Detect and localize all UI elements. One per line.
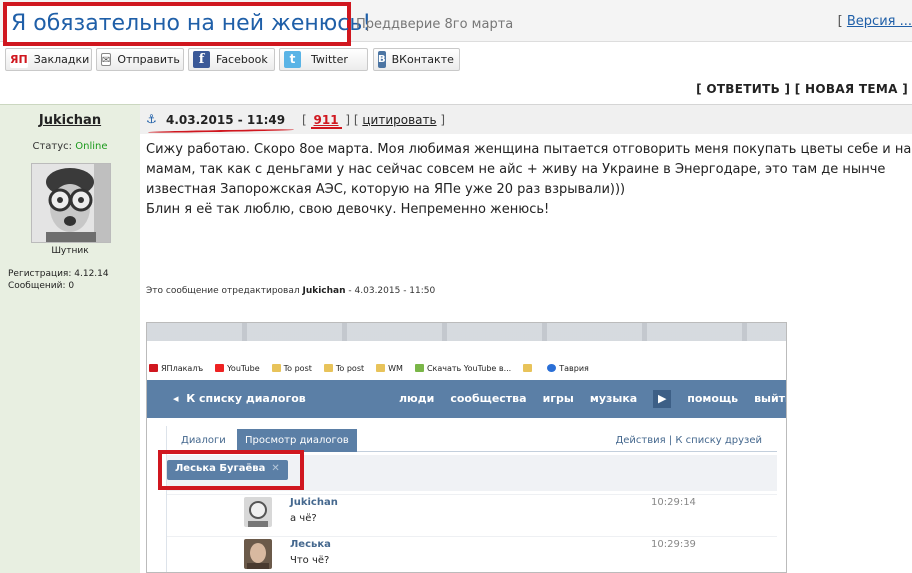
post-date: 4.03.2015 - 11:49 (166, 113, 286, 127)
folder-icon (523, 363, 533, 372)
avatar (31, 163, 111, 243)
title-highlight-box: Я обязательно на ней женюсь! (3, 2, 372, 46)
version-link-wrap: [ Версия ... (837, 14, 912, 29)
new-topic-button[interactable]: [ НОВАЯ ТЕМА ] (795, 82, 908, 96)
play-arrow-icon: ▶ (653, 390, 672, 408)
download-icon (414, 363, 424, 372)
message-time: 10:29:39 (651, 539, 696, 550)
bookmark-item: Скачать YouTube в... (414, 363, 511, 373)
browser-tabs-strip (147, 323, 786, 341)
author-status: Статус: Online (32, 141, 108, 152)
yap-icon: ЯП (10, 51, 28, 68)
registration-date: 4.12.14 (74, 269, 109, 279)
embedded-screenshot: ЯПлакалъ YouTube To post To post WM Скач… (146, 322, 787, 573)
share-bar: ЯП Закладки ✉ Отправить f Facebook t Twi… (0, 48, 912, 72)
post-line: известная Запорожская АЭС, которую на ЯП… (146, 182, 626, 197)
post-count: 0 (68, 281, 75, 291)
vk-nav-bar: ◂ К списку диалогов люди сообщества игры… (147, 380, 786, 418)
send-button[interactable]: ✉ Отправить (96, 48, 184, 71)
page-header: Я обязательно на ней женюсь! Преддверие … (0, 0, 912, 46)
message-author: Леська (290, 539, 331, 550)
vk-nav-items: люди сообщества игры музыка ▶ помощь вый… (399, 390, 786, 408)
message-author: Jukichan (290, 497, 338, 508)
bookmark-item: ЯПлакалъ (149, 363, 203, 373)
dialog-tabs: Диалоги Просмотр диалогов Действия | К с… (167, 429, 777, 452)
close-icon: ✕ (271, 463, 280, 474)
dialog-panel: Диалоги Просмотр диалогов Действия | К с… (158, 426, 777, 572)
post-line: Блин я её так люблю, свою девочку. Непре… (146, 202, 550, 217)
message-avatar (244, 539, 272, 569)
bookmark-item: Таврия (547, 363, 589, 373)
folder-icon (376, 363, 386, 372)
post-header: ⚓ 4.03.2015 - 11:49 [ 911 ] [ цитировать… (140, 104, 912, 134)
post-line: Сижу работаю. Скоро 8ое марта. Моя любим… (146, 142, 912, 157)
date-red-underline (147, 128, 295, 134)
bookmarks-button[interactable]: ЯП Закладки (5, 48, 92, 71)
edited-note: Это сообщение отредактировал Jukichan - … (146, 286, 436, 296)
message-avatar (244, 497, 272, 527)
recipient-row: Леська Бугаёва ✕ (158, 450, 777, 491)
anchor-icon[interactable]: ⚓ (146, 112, 157, 126)
author-sidebar: Статус: Online Шутник Регистрация: 4.12.… (0, 134, 140, 573)
mail-icon: ✉ (101, 53, 112, 66)
bookmarks-bar: ЯПлакалъ YouTube To post To post WM Скач… (147, 359, 786, 377)
youtube-icon (215, 363, 225, 372)
vk-button[interactable]: B ВКонтакте (373, 48, 460, 71)
topic-actions: [ ОТВЕТИТЬ ] [ НОВАЯ ТЕМА ] (696, 82, 908, 96)
avatar-image (32, 164, 110, 242)
post-number[interactable]: 911 (310, 113, 342, 129)
message-row: Леська Что чё? 10:29:39 (167, 536, 777, 572)
message-text: а чё? (290, 513, 317, 524)
back-to-dialogs: ◂ К списку диалогов (173, 392, 306, 405)
avatar-caption: Шутник (51, 246, 89, 256)
reply-button[interactable]: [ ОТВЕТИТЬ ] (696, 82, 790, 96)
message-time: 10:29:14 (651, 497, 696, 508)
post-author-cell: Jukichan (0, 104, 140, 134)
message-row: Jukichan а чё? 10:29:14 (167, 494, 777, 534)
post-author[interactable]: Jukichan (0, 113, 140, 128)
topic-title: Я обязательно на ней женюсь! (11, 11, 372, 36)
twitter-button[interactable]: t Twitter (279, 48, 368, 71)
facebook-button[interactable]: f Facebook (188, 48, 275, 71)
bookmark-item (523, 363, 535, 373)
globe-icon (547, 363, 557, 372)
bookmark-item: To post (271, 363, 312, 373)
bookmark-item: WM (376, 363, 403, 373)
twitter-icon: t (284, 51, 301, 68)
post-line: мамам, так как с деньгами у нас сейчас с… (146, 162, 886, 177)
recipient-chip: Леська Бугаёва ✕ (167, 460, 288, 480)
yap-icon (149, 363, 158, 372)
chip-highlight-box: Леська Бугаёва ✕ (158, 450, 304, 490)
post-meta: [ 911 ] [ цитировать ] (302, 113, 446, 129)
message-text: Что чё? (290, 555, 330, 566)
cite-link[interactable]: цитировать (362, 113, 436, 127)
bookmark-item: YouTube (215, 363, 260, 373)
folder-icon (323, 363, 333, 372)
author-info: Регистрация: 4.12.14 Сообщений: 0 (8, 269, 109, 291)
vk-icon: B (378, 51, 386, 68)
folder-icon (271, 363, 281, 372)
post-body: Сижу работаю. Скоро 8ое марта. Моя любим… (146, 140, 912, 220)
edited-author: Jukichan (302, 286, 346, 296)
version-link[interactable]: Версия ... (847, 14, 912, 29)
facebook-icon: f (193, 51, 210, 68)
topic-subtitle: Преддверие 8го марта (356, 17, 514, 32)
online-badge: Online (75, 141, 108, 152)
bookmark-item: To post (323, 363, 364, 373)
